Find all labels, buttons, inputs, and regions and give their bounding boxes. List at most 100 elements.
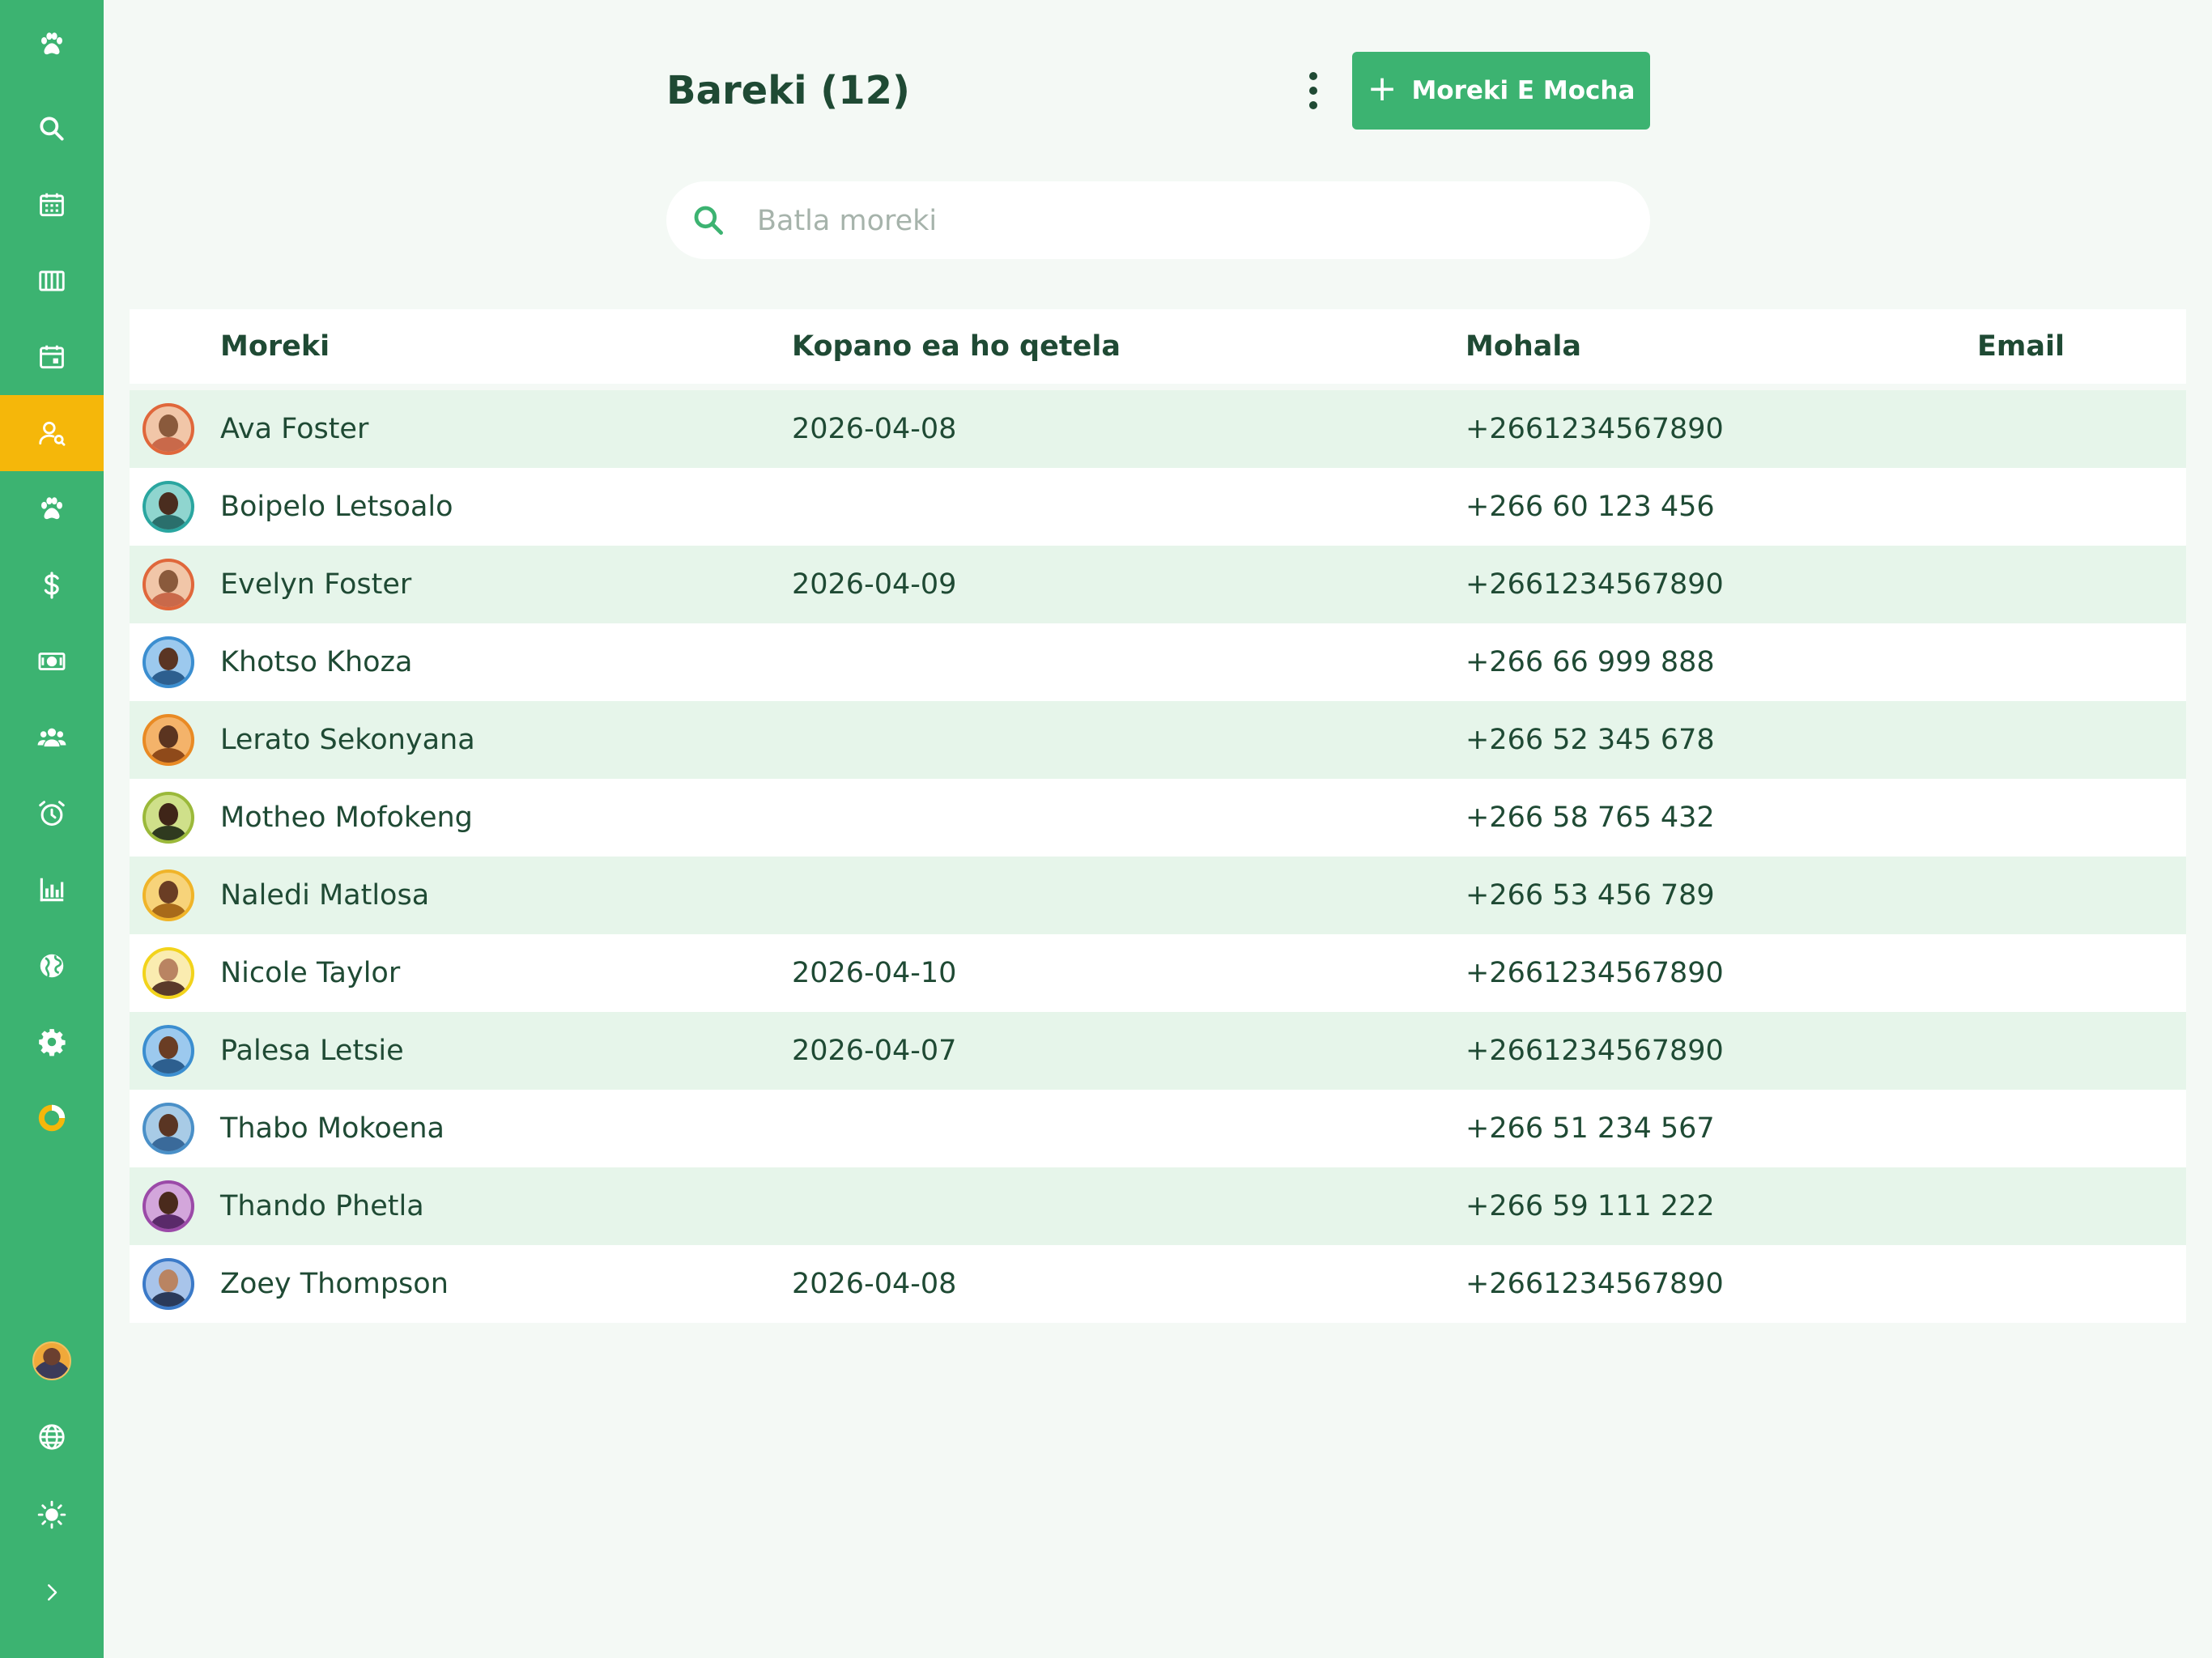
last-meeting-date: 2026-04-07 (792, 1035, 957, 1067)
table-row[interactable]: Motheo Mofokeng +266 58 765 432 (130, 779, 2186, 857)
table-row[interactable]: Nicole Taylor 2026-04-10 +2661234567890 (130, 934, 2186, 1012)
language-globe-icon[interactable] (0, 1399, 104, 1475)
avatar-body (151, 748, 186, 763)
client-name: Nicole Taylor (220, 957, 401, 989)
avatar (143, 636, 194, 688)
avatar (143, 1180, 194, 1232)
last-meeting-date: 2026-04-09 (792, 568, 957, 601)
user-search-icon[interactable] (0, 395, 104, 471)
calendar-day-icon[interactable] (0, 319, 104, 395)
avatar (143, 1258, 194, 1310)
client-name: Zoey Thompson (220, 1268, 449, 1300)
client-name: Ava Foster (220, 413, 369, 445)
search-icon (694, 206, 723, 235)
avatar-body (151, 903, 186, 918)
table-row[interactable]: Thabo Mokoena +266 51 234 567 (130, 1090, 2186, 1167)
column-header-email[interactable]: Email (1977, 309, 2065, 384)
phone-number: +266 59 111 222 (1465, 1190, 1715, 1222)
kebab-dot (1309, 87, 1317, 95)
table-row[interactable]: Khotso Khoza +266 66 999 888 (130, 623, 2186, 701)
avatar-body (151, 981, 186, 996)
phone-number: +2661234567890 (1465, 568, 1724, 601)
avatar-body (151, 515, 186, 529)
table-row[interactable]: Boipelo Letsoalo +266 60 123 456 (130, 468, 2186, 546)
table-row[interactable]: Palesa Letsie 2026-04-07 +2661234567890 (130, 1012, 2186, 1090)
table-body: Ava Foster 2026-04-08 +2661234567890 Boipel… (130, 390, 2186, 1323)
search-input[interactable] (755, 196, 1617, 246)
kebab-dot (1309, 72, 1317, 80)
phone-number: +266 52 345 678 (1465, 724, 1715, 756)
add-client-button[interactable]: + Moreki E Mocha (1352, 52, 1650, 130)
cash-icon[interactable] (0, 623, 104, 699)
client-name: Evelyn Foster (220, 568, 412, 601)
table-row[interactable]: Zoey Thompson 2026-04-08 +2661234567890 (130, 1245, 2186, 1323)
phone-number: +266 51 234 567 (1465, 1112, 1715, 1145)
table-row[interactable]: Lerato Sekonyana +266 52 345 678 (130, 701, 2186, 779)
dollar-icon[interactable] (0, 547, 104, 623)
phone-number: +2661234567890 (1465, 413, 1724, 445)
avatar-face (159, 959, 178, 981)
bar-chart-icon[interactable] (0, 852, 104, 928)
last-meeting-date: 2026-04-08 (792, 1268, 957, 1300)
avatar-body (151, 593, 186, 607)
avatar-face (159, 1036, 178, 1059)
last-meeting-date: 2026-04-10 (792, 957, 957, 989)
client-name: Thando Phetla (220, 1190, 424, 1222)
search-icon[interactable] (0, 91, 104, 167)
phone-number: +2661234567890 (1465, 957, 1724, 989)
donut-chart-icon[interactable] (0, 1080, 104, 1156)
gear-icon[interactable] (0, 1004, 104, 1080)
page-title: Bareki (12) (666, 68, 910, 113)
calendar-grid-icon[interactable] (0, 167, 104, 243)
avatar-body (151, 1059, 186, 1073)
avatar-face (159, 725, 178, 748)
paw-icon[interactable] (0, 6, 104, 83)
avatar (143, 481, 194, 533)
table-row[interactable]: Evelyn Foster 2026-04-09 +2661234567890 (130, 546, 2186, 623)
avatar-body (151, 1214, 186, 1229)
avatar (143, 947, 194, 999)
column-header-phone[interactable]: Mohala (1465, 309, 1581, 384)
avatar-face (159, 803, 178, 826)
chevron-right-icon[interactable] (0, 1554, 104, 1630)
alarm-clock-icon[interactable] (0, 776, 104, 852)
table-row[interactable]: Thando Phetla +266 59 111 222 (130, 1167, 2186, 1245)
table-row[interactable]: Naledi Matlosa +266 53 456 789 (130, 857, 2186, 934)
client-name: Lerato Sekonyana (220, 724, 475, 756)
avatar-face (159, 1192, 178, 1214)
client-name: Boipelo Letsoalo (220, 491, 453, 523)
add-client-label: Moreki E Mocha (1411, 76, 1636, 105)
phone-number: +266 66 999 888 (1465, 646, 1715, 678)
avatar-face (159, 570, 178, 593)
user-avatar[interactable] (0, 1323, 104, 1399)
avatar-face (159, 492, 178, 515)
phone-number: +2661234567890 (1465, 1035, 1724, 1067)
avatar (143, 403, 194, 455)
table-header: Moreki Kopano ea ho qetela Mohala Email (130, 309, 2186, 384)
clients-table: Moreki Kopano ea ho qetela Mohala Email … (130, 309, 2186, 1323)
phone-number: +266 58 765 432 (1465, 801, 1715, 834)
paw-icon[interactable] (0, 471, 104, 547)
sun-icon[interactable] (0, 1477, 104, 1553)
column-header-last-meeting[interactable]: Kopano ea ho qetela (792, 309, 1121, 384)
avatar-body (151, 1292, 186, 1307)
columns-icon[interactable] (0, 243, 104, 319)
plus-icon: + (1367, 68, 1397, 109)
avatar-face (159, 1114, 178, 1137)
table-row[interactable]: Ava Foster 2026-04-08 +2661234567890 (130, 390, 2186, 468)
avatar-body (151, 670, 186, 685)
more-options-button[interactable] (1294, 68, 1333, 113)
avatar-face (159, 881, 178, 903)
globe-icon[interactable] (0, 928, 104, 1004)
client-name: Motheo Mofokeng (220, 801, 473, 834)
search-bar (666, 181, 1650, 259)
column-header-client[interactable]: Moreki (220, 309, 330, 384)
avatar (143, 1103, 194, 1154)
users-icon[interactable] (0, 699, 104, 776)
avatar-face (159, 1269, 178, 1292)
avatar (143, 792, 194, 844)
avatar (143, 869, 194, 921)
phone-number: +266 60 123 456 (1465, 491, 1715, 523)
avatar (143, 1025, 194, 1077)
avatar-face (159, 648, 178, 670)
